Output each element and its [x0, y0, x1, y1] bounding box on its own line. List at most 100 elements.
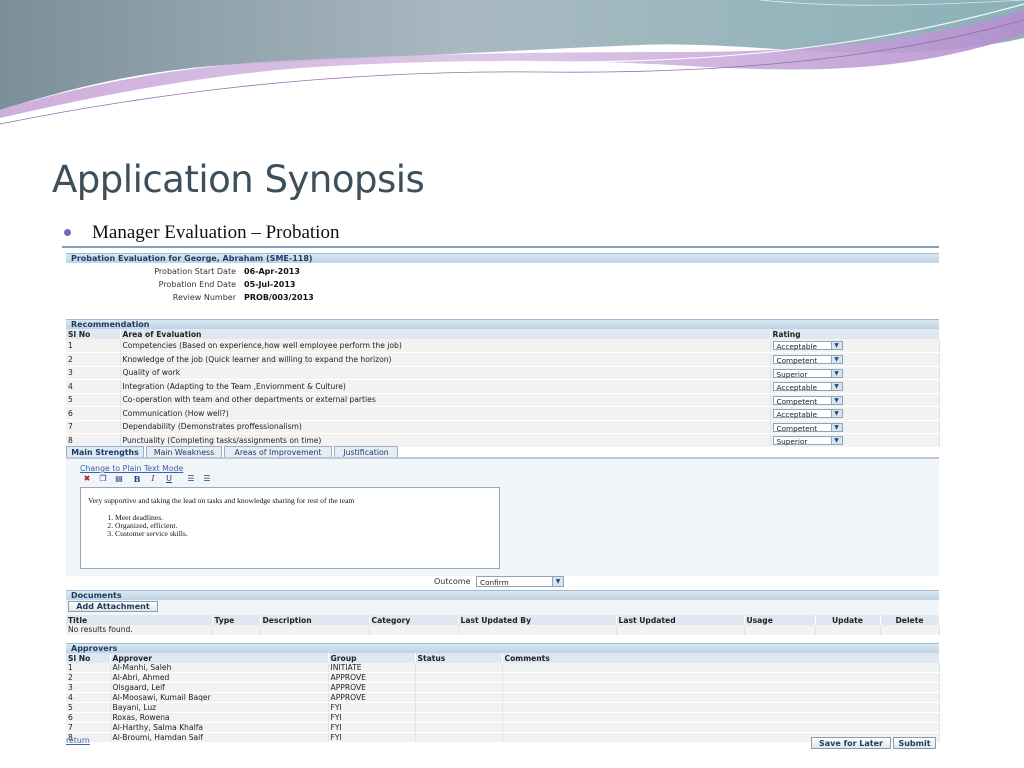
rating-value: Acceptable [776, 342, 818, 352]
row-area: Punctuality (Completing tasks/assignment… [120, 433, 771, 448]
underline-button[interactable]: U [162, 473, 176, 485]
table-row: 5 Bayani, Luz FYI [66, 702, 940, 713]
approver-status [415, 663, 503, 673]
empty-cell [369, 625, 459, 636]
approvers-header: Approvers [66, 643, 939, 653]
rating-value: Superior [776, 369, 808, 379]
tab-justification[interactable]: Justification [334, 446, 398, 457]
outcome-label: Outcome [434, 577, 471, 586]
rating-cell: Competent ▼ [770, 352, 940, 367]
approver-comments [502, 692, 940, 703]
table-row: 1 Al-Manhi, Saleh INITIATE [66, 663, 940, 673]
col-header-title: Title [66, 615, 213, 625]
end-date-value: 05-Jul-2013 [244, 280, 296, 289]
row-area: Quality of work [120, 366, 771, 380]
slide-wave-decoration [0, 0, 1024, 125]
approver-status [415, 682, 503, 693]
editor-intro-text: Very supportive and taking the lead on t… [88, 496, 355, 505]
return-link[interactable]: return [66, 736, 90, 745]
rating-value: Competent [776, 423, 818, 433]
approver-number: 1 [66, 663, 111, 673]
tab-main-strengths[interactable]: Main Strengths [66, 446, 144, 457]
tab-main-weakness[interactable]: Main Weakness [146, 446, 222, 457]
rating-select[interactable]: Acceptable ▼ [772, 382, 843, 392]
save-for-later-button[interactable]: Save for Later [811, 737, 891, 749]
approver-comments [502, 712, 940, 723]
table-row: 1 Competencies (Based on experience,how … [66, 339, 940, 353]
rating-select[interactable]: Superior ▼ [772, 368, 843, 379]
empty-cell [212, 625, 261, 636]
strengths-list: Meet deadlines. Organized, efficient. Cu… [81, 514, 188, 538]
chevron-down-icon: ▼ [830, 369, 842, 377]
start-date-label: Probation Start Date [154, 267, 236, 276]
chevron-down-icon: ▼ [830, 423, 842, 431]
rating-select[interactable]: Acceptable ▼ [772, 409, 843, 419]
col-header-description: Description [260, 615, 370, 625]
rating-cell: Competent ▼ [770, 420, 940, 434]
bold-button[interactable]: B [130, 473, 144, 485]
chevron-down-icon: ▼ [830, 410, 842, 417]
add-attachment-button[interactable]: Add Attachment [68, 601, 158, 612]
approver-name: Al-Moosawi, Kumail Baqer [110, 692, 329, 703]
paste-icon[interactable]: ▤ [112, 473, 126, 485]
approver-name: Al-Manhi, Saleh [110, 663, 329, 673]
chevron-down-icon: ▼ [552, 577, 563, 586]
approver-name: Roxas, Rowena [110, 712, 329, 723]
rating-cell: Superior ▼ [770, 366, 940, 380]
empty-cell [616, 625, 745, 636]
approver-number: 4 [66, 692, 111, 703]
row-number: 6 [66, 406, 121, 421]
chevron-down-icon: ▼ [830, 356, 842, 363]
chevron-down-icon: ▼ [830, 383, 842, 390]
row-number: 2 [66, 352, 121, 367]
list-item: Customer service skills. [115, 530, 188, 538]
col-header-sl-no: Sl No [66, 329, 121, 339]
submit-button[interactable]: Submit [893, 737, 936, 749]
italic-button[interactable]: I [146, 473, 160, 485]
recommendation-table: Sl No Area of Evaluation Rating 1 Compet… [66, 329, 940, 448]
evaluation-form-screenshot: Probation Evaluation for George, Abraham… [62, 246, 940, 751]
strengths-editor[interactable]: Very supportive and taking the lead on t… [80, 487, 500, 569]
col-header-last-updated-by: Last Updated By [458, 615, 617, 625]
rating-select[interactable]: Superior ▼ [772, 436, 843, 446]
rating-select[interactable]: Competent ▼ [772, 395, 843, 406]
rating-value: Superior [776, 437, 808, 446]
table-row: 6 Communication (How well?) Acceptable ▼ [66, 406, 940, 421]
documents-header: Documents [66, 590, 939, 600]
bulleted-list-icon[interactable]: ☰ [200, 473, 214, 485]
form-fields-pane: Probation Start Date 06-Apr-2013 Probati… [66, 263, 939, 317]
approver-status [415, 722, 503, 733]
numbered-list-icon[interactable]: ☰ [184, 473, 198, 485]
row-number: 3 [66, 366, 121, 380]
rating-value: Competent [776, 396, 818, 406]
approver-comments [502, 672, 940, 683]
rating-select[interactable]: Competent ▼ [772, 355, 843, 365]
empty-cell [815, 625, 881, 636]
form-header: Probation Evaluation for George, Abraham… [66, 253, 939, 263]
table-row: 5 Co-operation with team and other depar… [66, 393, 940, 407]
outcome-select[interactable]: Confirm ▼ [476, 576, 564, 587]
table-row: 8 Punctuality (Completing tasks/assignme… [66, 433, 940, 448]
table-row: 6 Roxas, Rowena FYI [66, 712, 940, 723]
documents-toolbar [66, 600, 939, 615]
row-number: 4 [66, 379, 121, 394]
copy-icon[interactable]: ❐ [96, 473, 110, 485]
tab-areas-of-improvement[interactable]: Areas of Improvement [224, 446, 332, 457]
approver-comments [502, 702, 940, 713]
rating-cell: Superior ▼ [770, 433, 940, 448]
rating-select[interactable]: Acceptable ▼ [772, 341, 843, 352]
col-header-approver: Approver [110, 653, 329, 663]
approver-group: FYI [328, 722, 416, 733]
plain-text-mode-link[interactable]: Change to Plain Text Mode [80, 464, 183, 473]
row-area: Integration (Adapting to the Team ,Envio… [120, 379, 771, 394]
col-header-last-updated: Last Updated [616, 615, 745, 625]
cut-icon[interactable]: ✖ [80, 473, 94, 485]
rating-select[interactable]: Competent ▼ [772, 422, 843, 433]
table-row: 8 Al-Broumi, Hamdan Saif FYI [66, 732, 940, 743]
table-row: 2 Knowledge of the job (Quick learner an… [66, 352, 940, 367]
chevron-down-icon: ▼ [830, 437, 842, 444]
approver-status [415, 732, 503, 743]
slide-bullet: Manager Evaluation – Probation [92, 222, 340, 243]
col-header-delete: Delete [880, 615, 940, 625]
top-divider [62, 246, 939, 248]
